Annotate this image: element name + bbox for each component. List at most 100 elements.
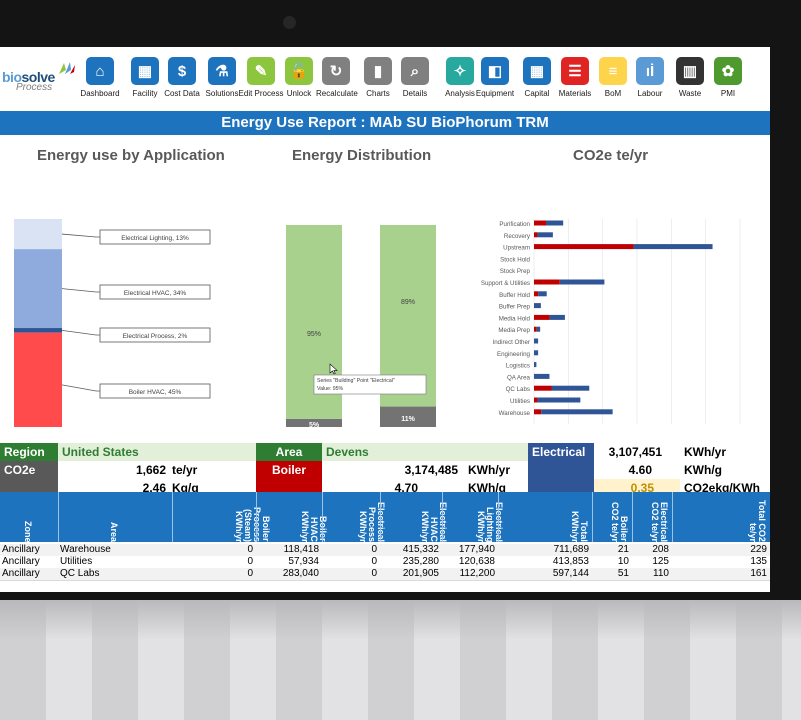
toolbar-button-label: Unlock (286, 89, 312, 98)
value-cell: 597,144 (552, 568, 589, 579)
toolbar-button-facility[interactable]: ▦ Facility (125, 57, 165, 109)
logo-mark-icon (59, 62, 75, 74)
value-cell: 135 (750, 556, 767, 567)
y-category-label: QC Labs (506, 386, 530, 393)
value-cell: 229 (750, 544, 767, 555)
callout-line (61, 233, 100, 238)
column-header[interactable]: Boiler Process (Steam) KWh/yr (234, 492, 271, 542)
boiler-bar-upstream (534, 244, 634, 250)
chart-title-application: Energy use by Application (37, 147, 225, 164)
toolbar-button-materials[interactable]: ☰ Materials (555, 57, 595, 109)
value-cell: 201,905 (402, 568, 439, 579)
recalculate-icon: ↻ (322, 57, 350, 85)
webcam (283, 16, 296, 29)
application-segment-3 (14, 332, 62, 427)
callout-label: Electrical Lighting, 13% (121, 235, 189, 242)
boiler-bar-buffer-hold (534, 291, 539, 297)
distribution-chart: 5%95%Electrical11%89%BoilerProcessBuildi… (286, 225, 436, 427)
value-cell: 51 (617, 568, 629, 579)
electrical-unit-2: KWh/g (684, 463, 722, 477)
boiler-unit: KWh/yr (468, 463, 510, 477)
boiler-bar-utilities (534, 397, 538, 403)
y-category-label: Buffer Hold (499, 292, 530, 299)
value-cell: 413,853 (552, 556, 589, 567)
column-header[interactable]: Boiler CO2 te/yr (610, 492, 629, 542)
toolbar-button-pmi[interactable]: ✿ PMI (708, 57, 748, 109)
toolbar-button-labour[interactable]: ıİ Labour (630, 57, 670, 109)
callout-label: Electrical Process, 2% (123, 333, 188, 340)
electrical-bar-logistics (534, 362, 537, 368)
report-title: Energy Use Report : MAb SU BioPhorum TRM (0, 111, 770, 135)
value-cell: 0 (247, 568, 253, 579)
electrical-bar-buffer-hold (538, 291, 547, 297)
labour-icon: ıİ (636, 57, 664, 85)
boiler-bar-recovery (534, 232, 538, 238)
value-cell: 57,934 (288, 556, 319, 567)
electrical-bar-indirect-other (534, 338, 539, 344)
dashboard-icon: ⌂ (86, 57, 114, 85)
toolbar-button-unlock[interactable]: 🔓 Unlock (279, 57, 319, 109)
electrical-bar-upstream (633, 244, 713, 250)
toolbar-button-label: Cost Data (164, 89, 200, 98)
electrical-bar-media-prep (536, 326, 541, 332)
column-header[interactable]: Total KWh/yr (570, 492, 589, 543)
toolbar-button-charts[interactable]: ▮ Charts (358, 57, 398, 109)
electrical-label: Electrical (528, 443, 594, 497)
boiler-bar-support-utilities (534, 279, 560, 285)
bom-icon: ≡ (599, 57, 627, 85)
toolbar-button-details[interactable]: ⌕ Details (395, 57, 435, 109)
y-category-label: Warehouse (499, 410, 531, 417)
y-category-label: Engineering (497, 351, 531, 358)
area-cell: Utilities (60, 556, 93, 567)
value-cell: 21 (617, 544, 629, 555)
boiler-bar-media-prep (534, 326, 537, 332)
y-category-label: Logistics (506, 363, 530, 370)
callout-line (61, 384, 100, 392)
area-label: Area (256, 443, 322, 461)
electrical-bar-warehouse (541, 409, 613, 415)
edit-process-icon: ✎ (247, 57, 275, 85)
toolbar-button-bom[interactable]: ≡ BoM (593, 57, 633, 109)
toolbar-button-waste[interactable]: ▥ Waste (670, 57, 710, 109)
value-cell: 10 (617, 556, 629, 567)
toolbar-button-label: PMI (720, 89, 736, 98)
app-screen: biosolve Process ⌂ Dashboard ▦ Facility $ Cos… (0, 47, 770, 592)
y-category-label: Recovery (504, 233, 531, 240)
toolbar-button-dashboard[interactable]: ⌂ Dashboard (80, 57, 120, 109)
y-category-label: Buffer Prep (499, 304, 531, 311)
electrical-bar-utilities (537, 397, 581, 403)
y-category-label: Stock Hold (500, 256, 530, 263)
electrical-bar-media-hold (549, 314, 565, 320)
area-cell: QC Labs (60, 568, 100, 579)
process-value-label: 5% (309, 422, 320, 427)
application-segment-1 (14, 249, 62, 329)
toolbar-button-recalculate[interactable]: ↻ Recalculate (316, 57, 358, 109)
co2e-unit: te/yr (172, 463, 198, 477)
capital-icon: ▦ (523, 57, 551, 85)
value-cell: 711,689 (553, 544, 589, 555)
toolbar-button-equipment[interactable]: ◧ Equipment (475, 57, 515, 109)
value-cell: 283,040 (282, 568, 319, 579)
toolbar-button-cost-data[interactable]: $ Cost Data (162, 57, 202, 109)
toolbar-button-label: Equipment (475, 89, 515, 98)
column-header[interactable]: Zone (23, 492, 33, 543)
table-header: Zone Area Boiler Process (Steam) KWh/yr Boi… (0, 492, 770, 542)
tooltip-line-2: Value: 95% (317, 386, 344, 392)
boiler-bar-warehouse (534, 409, 542, 415)
y-category-label: Media Prep (498, 327, 530, 334)
toolbar-button-label: Facility (132, 89, 158, 98)
value-cell: 0 (247, 556, 253, 567)
value-cell: 0 (371, 556, 377, 567)
application-chart: Electrical Lighting, 13% Electrical HVAC,… (14, 219, 211, 427)
column-header[interactable]: Total CO2 te/yr (748, 492, 767, 542)
toolbar-button-capital[interactable]: ▦ Capital (517, 57, 557, 109)
materials-icon: ☰ (561, 57, 589, 85)
unlock-icon: 🔓 (285, 57, 313, 85)
details-icon: ⌕ (401, 57, 429, 85)
column-header[interactable]: Area (109, 492, 119, 542)
table-row[interactable]: Ancillary QC Labs 0 283,040 0 201,905 112,200 5… (0, 568, 770, 581)
column-header[interactable]: Electrical CO2 te/yr (650, 492, 669, 542)
value-cell: 415,332 (402, 544, 439, 555)
toolbar-button-analysis[interactable]: ✧ Analysis (440, 57, 480, 109)
region-value: United States (58, 443, 256, 461)
